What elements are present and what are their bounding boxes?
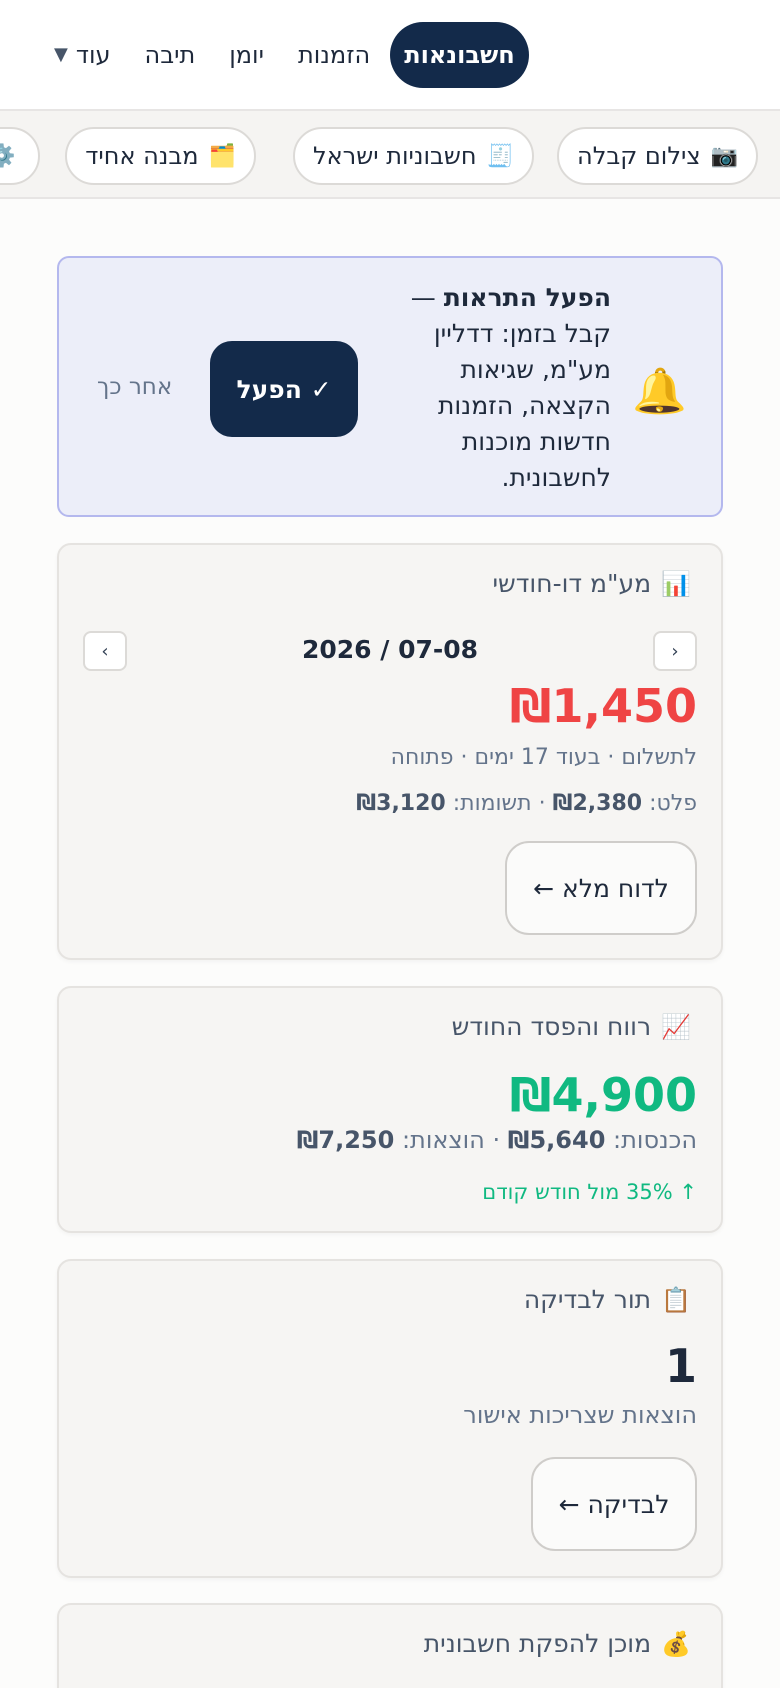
- bell-icon: 🔔: [632, 366, 687, 417]
- nav-accounting[interactable]: חשבונאות: [390, 21, 529, 88]
- chip-label: מבנה אחיד: [85, 142, 199, 170]
- nav-inbox[interactable]: תיבה: [131, 29, 210, 81]
- income-label: הכנסות:: [613, 1126, 697, 1154]
- output-value: ₪2,380: [552, 791, 643, 816]
- chip-settings[interactable]: ⚙️: [0, 127, 40, 185]
- nav-more-label: עוד: [75, 40, 111, 69]
- card-title: 📋 תור לבדיקה: [524, 1285, 691, 1314]
- review-count: 1: [664, 1339, 697, 1393]
- alert-dash: —: [410, 283, 436, 312]
- chip-scan-receipt[interactable]: 📷 צילום קבלה: [557, 127, 758, 185]
- money-bag-icon: 💰: [661, 1629, 691, 1658]
- income-value: ₪5,640: [507, 1126, 606, 1154]
- folder-icon: 🗂️: [208, 143, 236, 169]
- alert-text: הפעל התראות — קבל בזמן: דדליין מע"מ, שגי…: [401, 280, 611, 496]
- review-title: תור לבדיקה: [523, 1285, 652, 1314]
- invoice-title: מוכן להפקת חשבונית: [423, 1629, 652, 1658]
- invoice-ready-card: 💰 מוכן להפקת חשבונית: [57, 1603, 723, 1688]
- bar-chart-icon: 📊: [661, 569, 691, 598]
- next-period-button[interactable]: ›: [83, 631, 127, 671]
- nav-more[interactable]: עוד ▼: [40, 29, 125, 81]
- nav-orders[interactable]: הזמנות: [284, 29, 384, 81]
- chip-label: צילום קבלה: [577, 142, 701, 170]
- alert-title: הפעל התראות: [443, 283, 611, 312]
- caret-down-icon: ▼: [54, 44, 68, 65]
- alert-body: קבל בזמן: דדליין מע"מ, שגיאות הקצאה, הזמ…: [433, 319, 611, 492]
- separator: ·: [492, 1126, 501, 1154]
- vat-status: לתשלום · בעוד 17 ימים · פתוחה: [390, 745, 697, 770]
- activate-notifications-button[interactable]: ✓ הפעל: [210, 341, 358, 437]
- period-label: 2026 / 07-08: [301, 635, 479, 664]
- nav-calendar[interactable]: יומן: [215, 29, 278, 81]
- input-label: תשומות:: [452, 791, 532, 816]
- trend-chart-icon: 📈: [661, 1012, 691, 1041]
- vat-card: 📊 מע"מ דו-חודשי ‹ 2026 / 07-08 › ₪1,450 …: [57, 543, 723, 960]
- gear-icon: ⚙️: [0, 144, 15, 169]
- review-queue-card: 📋 תור לבדיקה 1 הוצאות שצריכות אישור לבדי…: [57, 1259, 723, 1578]
- pnl-breakdown: הכנסות: ₪5,640 · הוצאות: ₪7,250: [297, 1126, 697, 1154]
- shortcuts-row: 📷 צילום קבלה 🧾 חשבוניות ישראל 🗂️ מבנה אח…: [0, 111, 780, 199]
- vat-title: מע"מ דו-חודשי: [492, 569, 652, 598]
- output-label: פלט:: [649, 791, 697, 816]
- chip-unified-structure[interactable]: 🗂️ מבנה אחיד: [65, 127, 256, 185]
- card-title: 📊 מע"מ דו-חודשי: [492, 569, 691, 598]
- card-title: 📈 רווח והפסד החודש: [452, 1012, 691, 1041]
- card-title: 💰 מוכן להפקת חשבונית: [424, 1629, 691, 1658]
- pnl-amount: ₪4,900: [509, 1068, 697, 1122]
- pnl-trend: ↑ 35% מול חודש קודם: [482, 1180, 697, 1204]
- input-value: ₪3,120: [356, 791, 446, 816]
- review-button[interactable]: לבדיקה ←: [531, 1457, 697, 1551]
- later-button[interactable]: אחר כך: [97, 374, 172, 400]
- vat-breakdown: פלט: ₪2,380 · תשומות: ₪3,120: [356, 791, 697, 816]
- chip-label: חשבוניות ישראל: [312, 142, 477, 170]
- pnl-title: רווח והפסד החודש: [451, 1012, 652, 1041]
- expense-value: ₪7,250: [296, 1126, 395, 1154]
- vat-amount: ₪1,450: [509, 679, 697, 733]
- full-report-button[interactable]: לדוח מלא ←: [505, 841, 697, 935]
- notifications-alert: 🔔 הפעל התראות — קבל בזמן: דדליין מע"מ, ש…: [57, 256, 723, 517]
- pnl-card: 📈 רווח והפסד החודש ₪4,900 הכנסות: ₪5,640…: [57, 986, 723, 1233]
- review-subtitle: הוצאות שצריכות אישור: [463, 1401, 697, 1429]
- receipt-icon: 🧾: [486, 143, 514, 169]
- separator: ·: [538, 791, 546, 816]
- period-selector: ‹ 2026 / 07-08 ›: [83, 631, 697, 671]
- chip-israel-invoices[interactable]: 🧾 חשבוניות ישראל: [292, 127, 534, 185]
- camera-icon: 📷: [710, 143, 738, 169]
- clipboard-icon: 📋: [661, 1285, 691, 1314]
- top-nav: עוד ▼ תיבה יומן הזמנות חשבונאות: [0, 0, 780, 111]
- expense-label: הוצאות:: [401, 1126, 485, 1154]
